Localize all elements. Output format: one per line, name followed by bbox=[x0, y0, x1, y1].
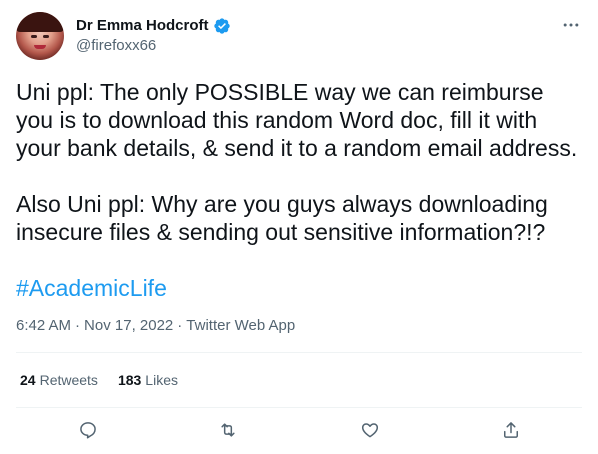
avatar-mouth bbox=[34, 45, 46, 49]
retweets-count: 24 bbox=[20, 372, 36, 388]
hashtag-link[interactable]: #AcademicLife bbox=[16, 275, 167, 301]
share-icon[interactable] bbox=[499, 418, 523, 442]
tweet-body: Uni ppl: The only POSSIBLE way we can re… bbox=[16, 78, 582, 302]
tweet-paragraph-2: Also Uni ppl: Why are you guys always do… bbox=[16, 191, 548, 245]
tweet-date[interactable]: Nov 17, 2022 bbox=[84, 316, 173, 336]
heart-icon[interactable] bbox=[358, 418, 382, 442]
author-handle[interactable]: @firefoxx66 bbox=[76, 37, 156, 55]
author-name-row: Dr Emma Hodcroft bbox=[76, 16, 231, 36]
divider bbox=[16, 407, 582, 408]
tweet-paragraph-1: Uni ppl: The only POSSIBLE way we can re… bbox=[16, 79, 578, 161]
engagement-stats: 24 Retweets 183 Likes bbox=[20, 370, 178, 390]
retweet-icon[interactable] bbox=[216, 418, 240, 442]
avatar-hair bbox=[16, 12, 64, 32]
likes-count: 183 bbox=[117, 372, 142, 388]
tweet-time[interactable]: 6:42 AM bbox=[16, 316, 71, 336]
likes-stat[interactable]: 183 Likes bbox=[118, 370, 178, 390]
reply-icon[interactable] bbox=[76, 418, 100, 442]
meta-separator: · bbox=[75, 317, 81, 334]
author-display-name[interactable]: Dr Emma Hodcroft bbox=[76, 16, 209, 36]
avatar-right-eye bbox=[43, 35, 49, 38]
meta-separator: · bbox=[177, 317, 183, 334]
likes-label: Likes bbox=[145, 372, 178, 388]
retweets-stat[interactable]: 24 Retweets bbox=[20, 370, 98, 390]
tweet-metadata: 6:42 AM · Nov 17, 2022 · Twitter Web App bbox=[16, 316, 295, 336]
more-options-icon[interactable] bbox=[560, 14, 582, 36]
author-avatar[interactable] bbox=[16, 12, 64, 60]
tweet-actions-bar bbox=[16, 410, 582, 450]
tweet-source[interactable]: Twitter Web App bbox=[186, 316, 295, 336]
verified-badge-icon bbox=[213, 17, 231, 35]
avatar-left-eye bbox=[31, 35, 37, 38]
retweets-label: Retweets bbox=[39, 372, 98, 388]
divider bbox=[16, 352, 582, 353]
